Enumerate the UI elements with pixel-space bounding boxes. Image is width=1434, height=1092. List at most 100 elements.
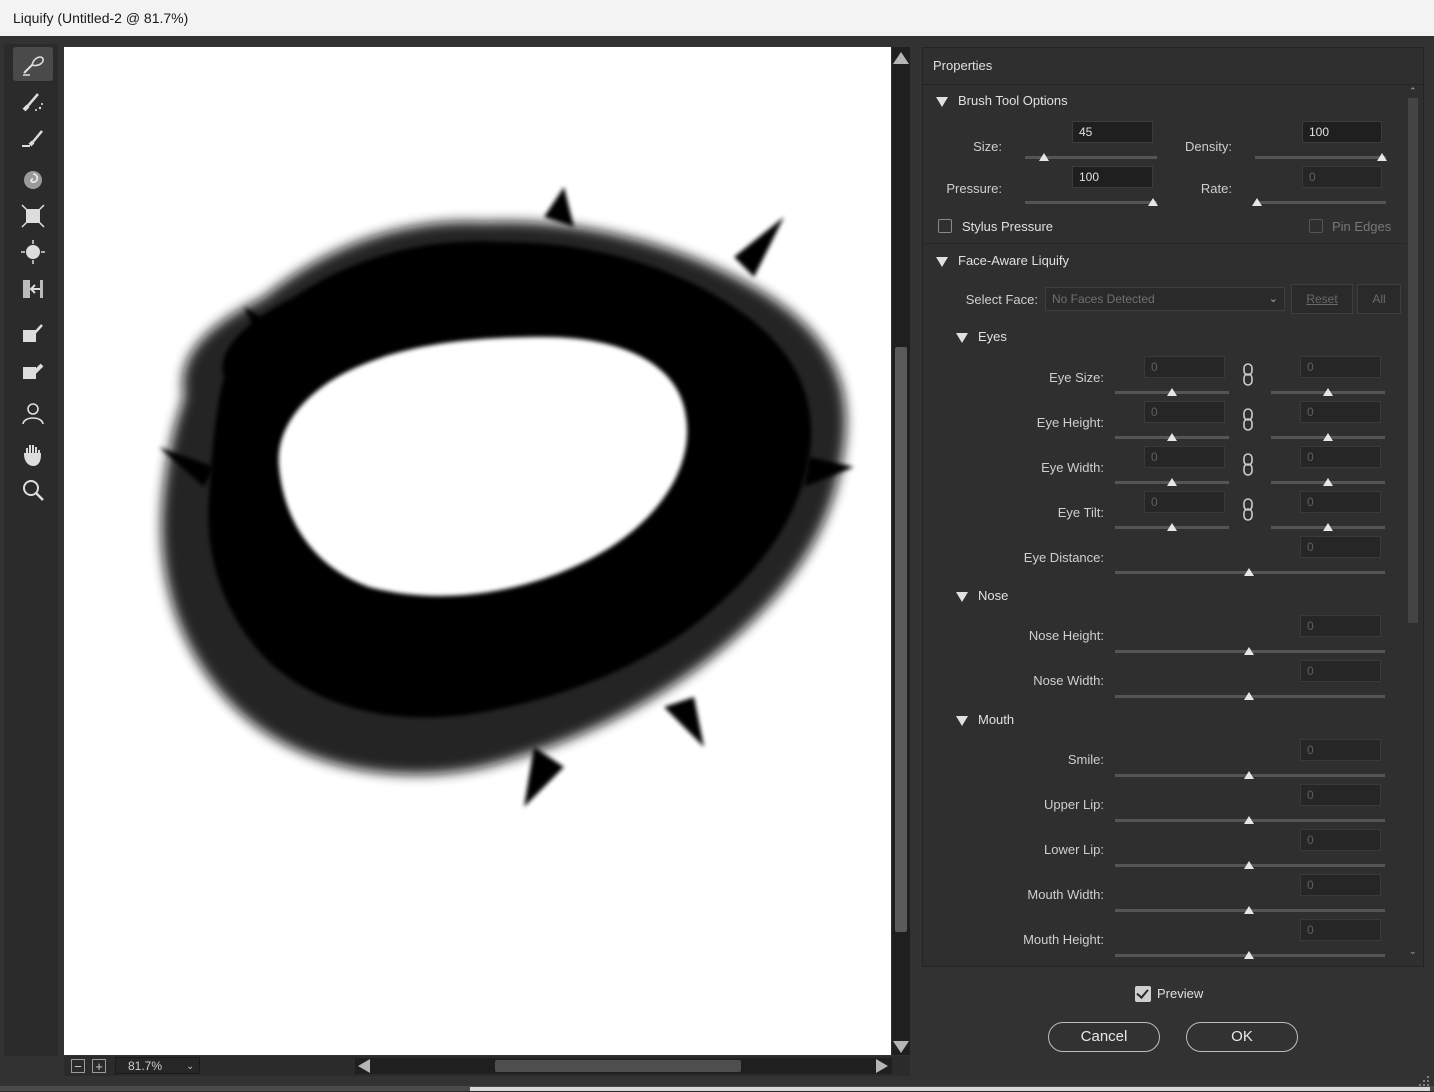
scroll-left-arrow-icon[interactable] [358,1059,370,1073]
eye-width-right-input[interactable]: 0 [1300,446,1381,468]
lower-lip-input[interactable]: 0 [1300,829,1381,851]
section-divider [924,243,1406,244]
rate-label: Rate: [1200,181,1232,196]
canvas-horizontal-scrollbar[interactable] [355,1058,892,1074]
canvas-vertical-scrollbar[interactable] [892,47,910,1055]
nose-height-input[interactable]: 0 [1300,615,1381,637]
slider-thumb[interactable] [1244,692,1254,700]
bloat-tool-icon[interactable] [13,235,53,269]
nose-section[interactable]: Nose [956,588,1008,603]
select-face-dropdown[interactable]: No Faces Detected ⌄ [1045,287,1285,311]
freeze-mask-tool-icon[interactable] [13,316,53,350]
scroll-right-arrow-icon[interactable] [876,1059,888,1073]
eye-width-left-input[interactable]: 0 [1144,446,1225,468]
slider-thumb[interactable] [1244,861,1254,869]
pin-edges-checkbox[interactable] [1309,219,1323,233]
scroll-up-icon[interactable]: ⌃ [1409,86,1417,97]
eye-tilt-left-input[interactable]: 0 [1144,491,1225,513]
slider-thumb[interactable] [1244,647,1254,655]
eye-distance-input[interactable]: 0 [1300,536,1381,558]
slider-thumb[interactable] [1167,478,1177,486]
stylus-pressure-checkbox[interactable] [938,219,952,233]
preview-checkbox[interactable] [1135,986,1151,1002]
eyes-section[interactable]: Eyes [956,329,1007,344]
upper-lip-input[interactable]: 0 [1300,784,1381,806]
eye-tilt-right-input[interactable]: 0 [1300,491,1381,513]
scroll-down-icon[interactable]: ⌄ [1409,946,1417,957]
slider-thumb[interactable] [1244,771,1254,779]
properties-title: Properties [933,58,993,73]
link-icon[interactable] [1234,497,1262,523]
eye-height-right-input[interactable]: 0 [1300,401,1381,423]
face-aware-liquify-section[interactable]: Face-Aware Liquify [936,253,1069,268]
background-window-strip [470,1087,1430,1091]
scroll-up-arrow-icon[interactable] [893,52,909,64]
smooth-tool-icon[interactable] [13,121,53,155]
brush-tool-options-section[interactable]: Brush Tool Options [936,93,1068,108]
slider-thumb[interactable] [1167,523,1177,531]
nose-width-label: Nose Width: [1033,673,1104,688]
face-tool-icon[interactable] [13,396,53,430]
collapse-triangle-icon [956,715,968,726]
rate-slider[interactable] [1255,201,1386,204]
hand-tool-icon[interactable] [13,437,53,471]
mouth-header: Mouth [978,712,1015,727]
zoom-in-button[interactable]: + [92,1059,106,1073]
window-bottom-edge [0,1086,1434,1091]
eye-height-label: Eye Height: [1036,415,1104,430]
rate-input[interactable]: 0 [1302,166,1382,188]
mouth-height-input[interactable]: 0 [1300,919,1381,941]
eye-size-left-input[interactable]: 0 [1144,356,1225,378]
eye-size-right-input[interactable]: 0 [1300,356,1381,378]
nose-width-input[interactable]: 0 [1300,660,1381,682]
density-slider-thumb[interactable] [1377,153,1387,161]
zoom-out-button[interactable]: − [71,1059,85,1073]
slider-thumb[interactable] [1244,816,1254,824]
properties-scrollbar[interactable]: ⌃ ⌄ [1406,84,1420,964]
push-left-tool-icon[interactable] [13,272,53,306]
reset-button[interactable]: Reset [1291,284,1353,314]
zoom-tool-icon[interactable] [13,473,53,507]
reconstruct-tool-icon[interactable] [13,84,53,118]
forward-warp-tool-icon[interactable] [13,47,53,81]
slider-thumb[interactable] [1167,388,1177,396]
resize-grip-icon[interactable] [1418,1074,1430,1086]
twirl-clockwise-tool-icon[interactable] [13,163,53,197]
horizontal-scroll-thumb[interactable] [495,1060,741,1072]
zoom-level-dropdown[interactable]: 81.7% ⌄ [115,1057,200,1074]
rate-slider-thumb[interactable] [1252,198,1262,206]
size-input[interactable]: 45 [1072,121,1153,143]
density-slider[interactable] [1255,156,1386,159]
pressure-input[interactable]: 100 [1072,166,1153,188]
slider-thumb[interactable] [1244,951,1254,959]
pressure-slider-thumb[interactable] [1148,198,1158,206]
ok-button[interactable]: OK [1186,1022,1298,1052]
eye-distance-label: Eye Distance: [1023,550,1104,565]
cancel-button[interactable]: Cancel [1048,1022,1160,1052]
scroll-down-arrow-icon[interactable] [893,1041,909,1053]
link-icon[interactable] [1234,452,1262,478]
all-button[interactable]: All [1357,284,1401,314]
slider-thumb[interactable] [1244,568,1254,576]
slider-thumb[interactable] [1323,478,1333,486]
smile-input[interactable]: 0 [1300,739,1381,761]
eye-height-left-input[interactable]: 0 [1144,401,1225,423]
pucker-tool-icon[interactable] [13,199,53,233]
vertical-scroll-thumb[interactable] [895,347,907,932]
link-icon[interactable] [1234,362,1262,388]
pressure-slider[interactable] [1025,201,1157,204]
liquify-canvas[interactable] [64,47,891,1055]
slider-thumb[interactable] [1323,433,1333,441]
mouth-section[interactable]: Mouth [956,712,1014,727]
stylus-pressure-label: Stylus Pressure [962,219,1054,234]
mouth-width-input[interactable]: 0 [1300,874,1381,896]
properties-scroll-thumb[interactable] [1408,98,1418,623]
link-icon[interactable] [1234,407,1262,433]
slider-thumb[interactable] [1323,388,1333,396]
size-slider-thumb[interactable] [1039,153,1049,161]
slider-thumb[interactable] [1167,433,1177,441]
slider-thumb[interactable] [1244,906,1254,914]
density-input[interactable]: 100 [1302,121,1382,143]
slider-thumb[interactable] [1323,523,1333,531]
thaw-mask-tool-icon[interactable] [13,353,53,387]
